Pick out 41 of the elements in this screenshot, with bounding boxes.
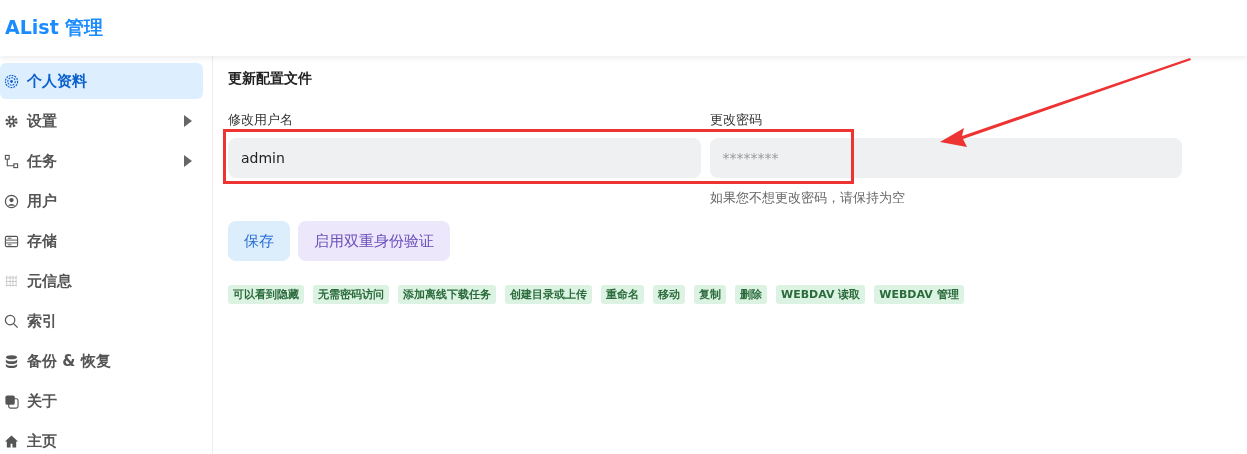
squares-icon (4, 393, 19, 409)
gear-icon (4, 113, 19, 129)
save-button[interactable]: 保存 (228, 221, 290, 261)
grid-icon (4, 273, 19, 289)
section-heading: 更新配置文件 (228, 70, 313, 88)
permission-tag: 重命名 (601, 285, 644, 304)
permission-tag: 创建目录或上传 (505, 285, 592, 304)
sidebar-item[interactable]: 元信息 (0, 263, 203, 299)
database-icon (4, 353, 19, 369)
sidebar-item[interactable]: 用户 (0, 183, 203, 219)
permission-tag: 复制 (694, 285, 726, 304)
permission-tag: WEBDAV 读取 (776, 285, 866, 304)
field-label: 修改用户名 (228, 111, 293, 129)
permission-tag: 添加离线下载任务 (398, 285, 496, 304)
username-field[interactable]: admin (228, 138, 701, 178)
sidebar-item[interactable]: 主页 (0, 423, 203, 454)
permission-tag: 移动 (653, 285, 685, 304)
search-icon (4, 313, 19, 329)
flowchart-icon (4, 153, 19, 169)
sidebar-item[interactable]: 任务 (0, 143, 203, 179)
fingerprint-icon (4, 73, 19, 89)
two-factor-button[interactable]: 启用双重身份验证 (298, 221, 450, 261)
user-icon (4, 193, 19, 209)
sidebar-item[interactable]: 设置 (0, 103, 203, 139)
caret-icon (183, 154, 193, 168)
house-icon (4, 433, 19, 449)
sidebar-item[interactable]: 备份 & 恢复 (0, 343, 203, 379)
password-field[interactable]: ******** (709, 138, 1182, 178)
sidebar-item[interactable]: 索引 (0, 303, 203, 339)
app-title: AList 管理 (5, 15, 104, 40)
permission-tag: 无需密码访问 (313, 285, 389, 304)
drive-icon (4, 233, 19, 249)
sidebar-item[interactable]: 关于 (0, 383, 203, 419)
caret-icon (183, 114, 193, 128)
field-hint: 如果您不想更改密码，请保持为空 (709, 189, 906, 207)
sidebar-item[interactable]: 个人资料 (0, 63, 203, 99)
sidebar-item[interactable]: 存储 (0, 223, 203, 259)
field-label: 更改密码 (709, 111, 762, 129)
permission-tag: WEBDAV 管理 (874, 285, 964, 304)
permission-tag: 删除 (735, 285, 767, 304)
permission-tag: 可以看到隐藏 (228, 285, 304, 304)
